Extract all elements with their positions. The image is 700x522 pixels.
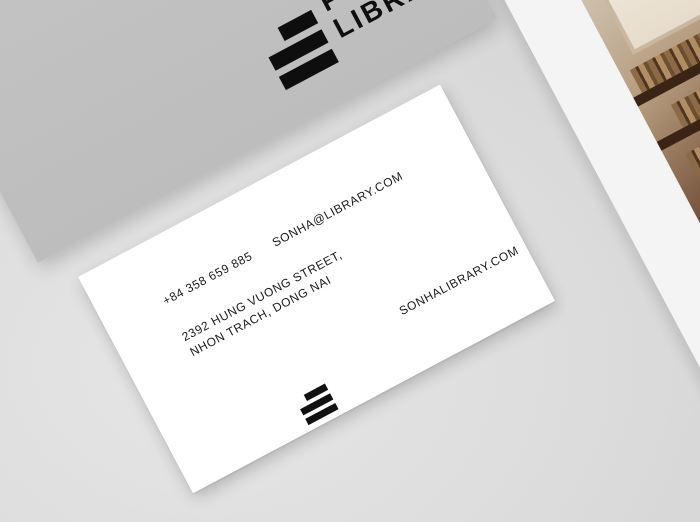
library-logo-icon [295, 381, 346, 430]
address-line-1: 2392 HUNG VUONG STREET, [179, 247, 345, 345]
mockup-scene: S PUBLIC LIBRARY +84 358 659 885 SONHA@L… [0, 0, 700, 522]
website: SONHALIBRARY.COM [396, 243, 521, 319]
title-line: LIBRARY [328, 0, 470, 44]
email-address: SONHA@LIBRARY.COM [269, 168, 406, 250]
